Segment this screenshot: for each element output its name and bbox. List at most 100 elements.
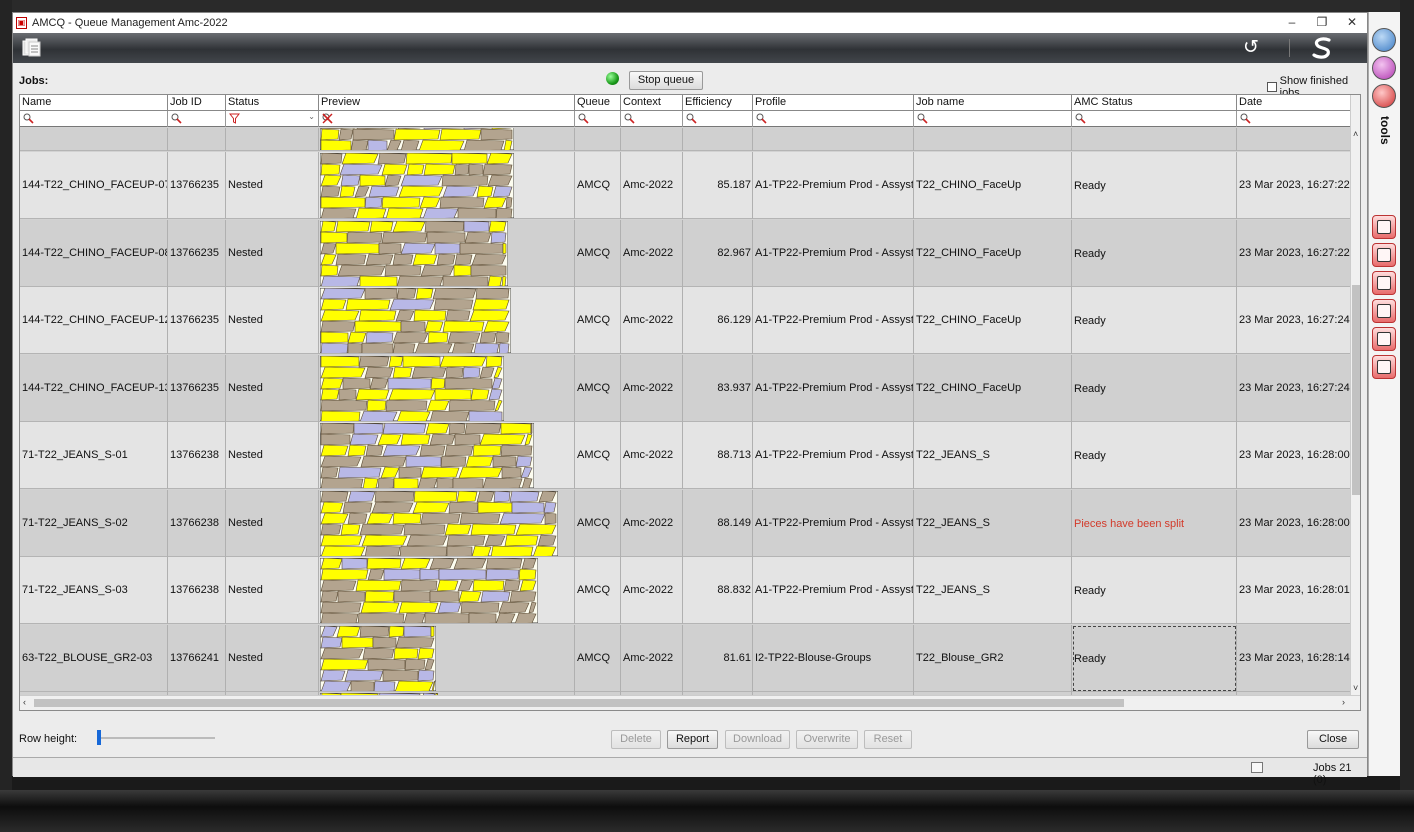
filter-job-name[interactable]: [914, 111, 1072, 127]
close-button[interactable]: Close: [1307, 730, 1359, 749]
tool-book-icon[interactable]: [1372, 299, 1396, 323]
cell-preview[interactable]: [319, 489, 575, 557]
message-icon[interactable]: [1251, 762, 1263, 773]
cell-preview[interactable]: [319, 219, 575, 287]
column-header-queue[interactable]: Queue: [575, 95, 621, 111]
filter-preview[interactable]: [319, 111, 575, 127]
scroll-right-icon[interactable]: ›: [1342, 697, 1345, 707]
refresh-icon[interactable]: ↺: [1243, 38, 1259, 58]
nest-preview-image[interactable]: [320, 490, 558, 556]
cell-job-id: 13766241: [168, 624, 226, 692]
cell-date: 23 Mar 2023, 16:28:00: [1239, 516, 1350, 529]
cell-job-id: 13766235: [168, 219, 226, 287]
table-row[interactable]: [20, 128, 1350, 151]
filter-name[interactable]: [20, 111, 168, 127]
cell-job-id: 13766238: [168, 557, 226, 624]
vertical-scrollbar[interactable]: ˄ ˅: [1350, 95, 1360, 695]
filter-status[interactable]: ⌄: [226, 111, 319, 127]
chevron-down-icon[interactable]: ⌄: [308, 112, 315, 121]
column-header-date[interactable]: Date: [1237, 95, 1350, 111]
row-height-slider-thumb[interactable]: [97, 730, 101, 745]
overwrite-button[interactable]: Overwrite: [796, 730, 858, 749]
minimize-button[interactable]: –: [1277, 13, 1307, 33]
horizontal-scroll-thumb[interactable]: [34, 699, 1124, 707]
nest-preview-image[interactable]: [320, 128, 514, 150]
garment-icon[interactable]: [1372, 56, 1396, 80]
column-header-context[interactable]: Context: [621, 95, 683, 111]
restore-button[interactable]: ❐: [1307, 13, 1337, 33]
filter-date[interactable]: [1237, 111, 1350, 127]
cell-job-id: 13766238: [168, 422, 226, 489]
cell-job-id: 13766238: [168, 489, 226, 557]
filter-amc-status[interactable]: [1072, 111, 1237, 127]
table-row[interactable]: 144-T22_CHINO_FACEUP-07 13766235 Nested AMC…: [20, 152, 1350, 219]
column-header-efficiency[interactable]: Efficiency: [683, 95, 753, 111]
table-row[interactable]: 71-T22_JEANS_S-03 13766238 Nested AMCQ Amc-2…: [20, 557, 1350, 624]
column-header-job-name[interactable]: Job name: [914, 95, 1072, 111]
download-button[interactable]: Download: [725, 730, 790, 749]
vertical-scroll-thumb[interactable]: [1352, 285, 1360, 495]
table-row[interactable]: 144-T22_CHINO_FACEUP-13 13766235 Nested AMC…: [20, 354, 1350, 422]
nest-preview-image[interactable]: [320, 423, 534, 488]
cell-preview[interactable]: [319, 422, 575, 489]
wrench-icon[interactable]: [1372, 84, 1396, 108]
cell-preview[interactable]: [319, 624, 575, 692]
cell-amc-status: Pieces have been split: [1072, 489, 1237, 557]
table-row[interactable]: 71-T22_JEANS_S-01 13766238 Nested AMCQ Amc-2…: [20, 422, 1350, 489]
table-row[interactable]: 71-T22_JEANS_S-02 13766238 Nested AMCQ Amc-2…: [20, 489, 1350, 557]
scroll-down-icon[interactable]: ˅: [1353, 683, 1358, 693]
column-header-name[interactable]: Name: [20, 95, 168, 111]
title-bar: ▣ AMCQ - Queue Management Amc-2022 – ❐ ✕: [13, 13, 1367, 33]
column-header-amc-status[interactable]: AMC Status: [1072, 95, 1237, 111]
cell-context: Amc-2022: [621, 422, 683, 489]
nest-preview-image[interactable]: [320, 220, 508, 286]
table-row[interactable]: 63-T22_BLOUSE_GR2-03 13766241 Nested AMCQ Am…: [20, 624, 1350, 692]
search-icon: [1240, 113, 1251, 124]
nest-preview-image[interactable]: [320, 288, 511, 353]
filter-job-id[interactable]: [168, 111, 226, 127]
cell-context: Amc-2022: [621, 624, 683, 692]
filter-efficiency[interactable]: [683, 111, 753, 127]
tool-settings-icon[interactable]: [1372, 215, 1396, 239]
table-row[interactable]: 144-T22_CHINO_FACEUP-08 13766235 Nested AMC…: [20, 219, 1350, 287]
nest-preview-image[interactable]: [320, 153, 514, 218]
scroll-left-icon[interactable]: ‹: [23, 697, 26, 707]
tool-search-icon[interactable]: [1372, 355, 1396, 379]
tool-plotter-icon[interactable]: [1372, 243, 1396, 267]
scroll-up-icon[interactable]: ˄: [1353, 129, 1358, 139]
table-row[interactable]: 144-T22_CHINO_FACEUP-12 13766235 Nested AMC…: [20, 287, 1350, 354]
cell-preview[interactable]: [319, 354, 575, 422]
delete-button[interactable]: Delete: [611, 730, 661, 749]
cell-preview[interactable]: [319, 287, 575, 354]
cell-amc-status: Ready: [1072, 219, 1237, 287]
reset-button[interactable]: Reset: [864, 730, 912, 749]
filter-queue[interactable]: [575, 111, 621, 127]
column-header-status[interactable]: Status: [226, 95, 319, 111]
cell-job-name: T22_CHINO_FaceUp: [914, 354, 1072, 422]
report-button[interactable]: Report: [667, 730, 718, 749]
row-height-slider[interactable]: [97, 737, 215, 739]
cell-preview[interactable]: [319, 152, 575, 219]
filter-profile[interactable]: [753, 111, 914, 127]
tool-brush-icon[interactable]: [1372, 327, 1396, 351]
column-header-preview[interactable]: Preview: [319, 95, 575, 111]
stop-queue-button[interactable]: Stop queue: [629, 71, 703, 90]
column-header-profile[interactable]: Profile: [753, 95, 914, 111]
tool-document-icon[interactable]: [1372, 271, 1396, 295]
toolbar: ↺: [13, 33, 1367, 63]
horizontal-scrollbar[interactable]: ‹ ›: [20, 695, 1360, 710]
cell-profile: A1-TP22-Premium Prod - Assyst: [753, 489, 914, 557]
nest-preview-image[interactable]: [320, 355, 504, 421]
cell-efficiency: 88.832: [683, 557, 753, 624]
cell-preview[interactable]: [319, 557, 575, 624]
nest-preview-image[interactable]: [320, 625, 436, 691]
filter-row: ⌄: [20, 111, 1350, 127]
nest-preview-image[interactable]: [320, 558, 538, 623]
cell-context: Amc-2022: [621, 354, 683, 422]
column-header-job-id[interactable]: Job ID: [168, 95, 226, 111]
filter-context[interactable]: [621, 111, 683, 127]
show-finished-checkbox[interactable]: [1267, 82, 1277, 92]
close-window-button[interactable]: ✕: [1337, 13, 1367, 33]
documents-icon[interactable]: [21, 37, 43, 59]
mannequin-icon[interactable]: [1372, 28, 1396, 52]
